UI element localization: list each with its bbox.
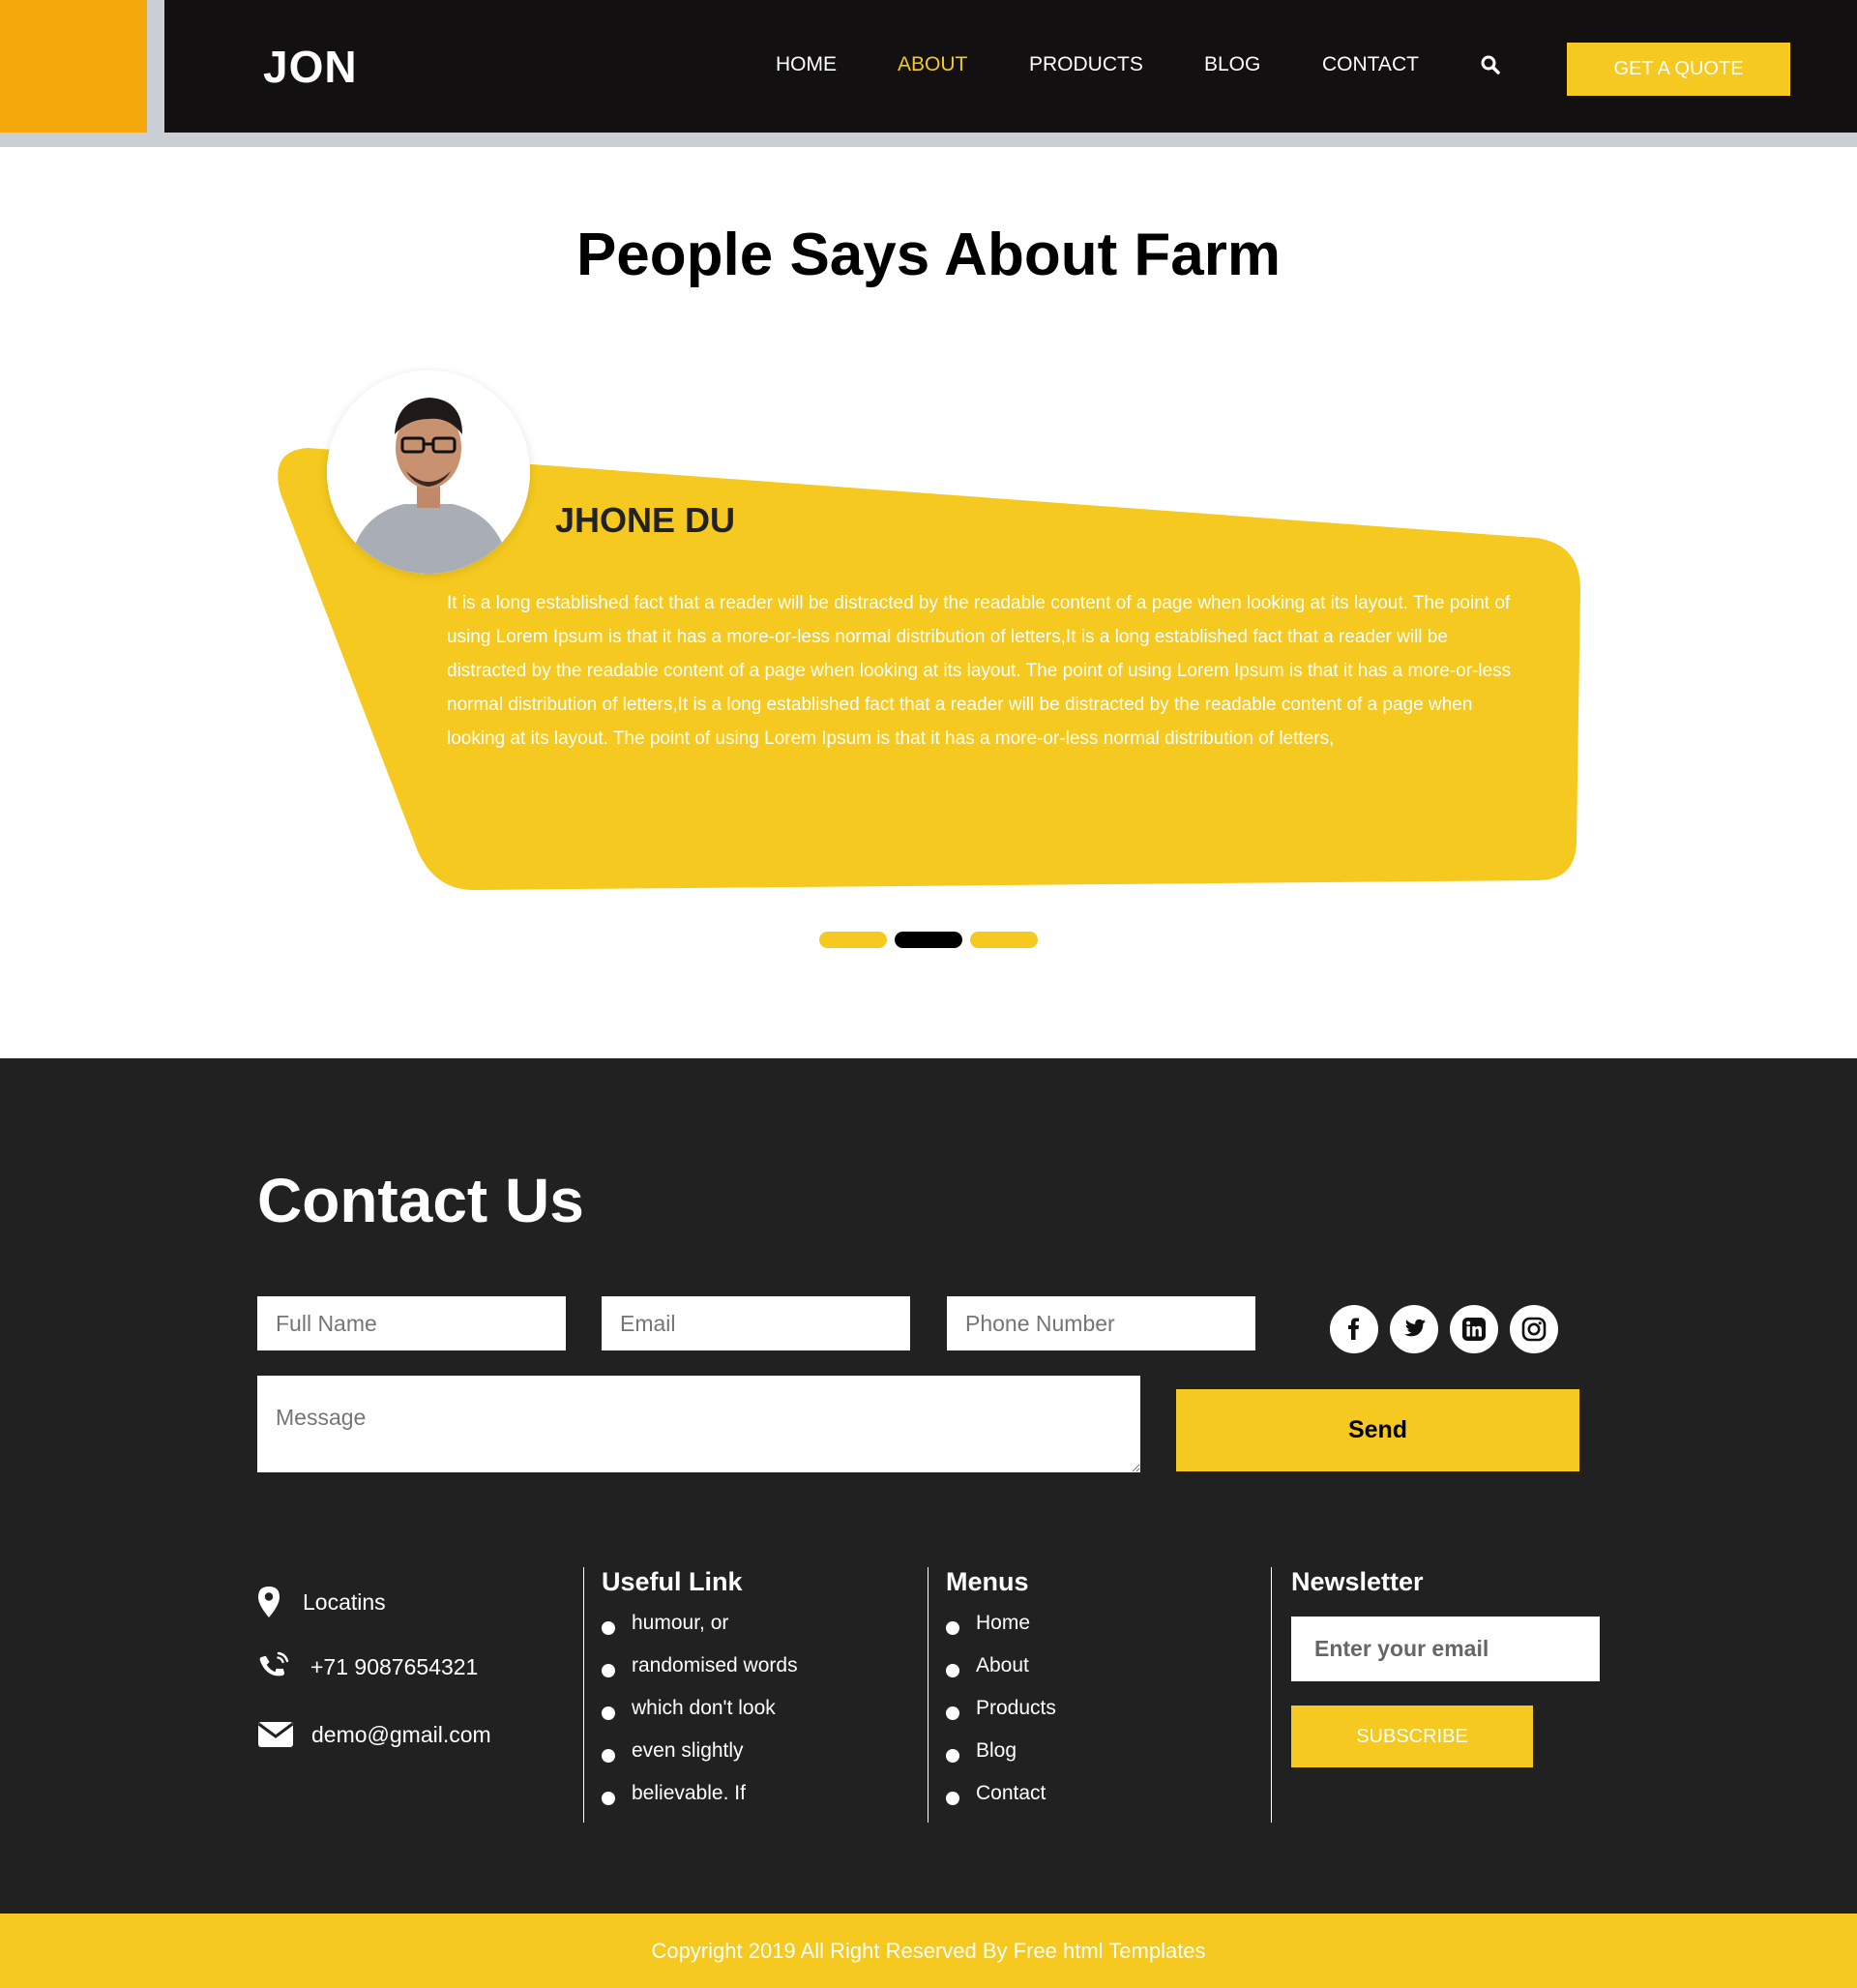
email-input[interactable] [602, 1296, 910, 1350]
email-row: demo@gmail.com [257, 1717, 491, 1752]
site-footer: Copyright 2019 All Right Reserved By Fre… [0, 1914, 1857, 1988]
testimonial-author: JHONE DU [555, 500, 736, 540]
slider-dot-3[interactable] [970, 932, 1038, 948]
message-textarea[interactable] [257, 1376, 1140, 1472]
menu-link-contact[interactable]: Contact [946, 1780, 1056, 1823]
newsletter-title: Newsletter [1291, 1567, 1424, 1596]
menu-link-blog[interactable]: Blog [946, 1737, 1056, 1780]
testimonial-text: It is a long established fact that a rea… [447, 593, 1512, 749]
list-item[interactable]: which don't look [602, 1695, 798, 1737]
phone-icon [257, 1649, 296, 1684]
list-item[interactable]: randomised words [602, 1652, 798, 1695]
menu-link-about[interactable]: About [946, 1652, 1056, 1695]
location-pin-icon [257, 1585, 296, 1619]
facebook-icon[interactable] [1330, 1305, 1378, 1353]
useful-links-title: Useful Link [602, 1567, 743, 1596]
linkedin-icon[interactable] [1450, 1305, 1498, 1353]
testimonial-card [278, 448, 1581, 890]
column-divider-1 [583, 1567, 584, 1823]
list-item[interactable]: believable. If [602, 1780, 798, 1823]
menus-title: Menus [946, 1567, 1029, 1596]
subscribe-button[interactable]: SUBSCRIBE [1291, 1706, 1533, 1767]
newsletter-email-input[interactable] [1291, 1617, 1600, 1681]
copyright-text: Copyright 2019 All Right Reserved By Fre… [651, 1939, 1206, 1963]
phone-number-input[interactable] [947, 1296, 1255, 1350]
slider-dot-1[interactable] [819, 932, 887, 948]
column-divider-3 [1271, 1567, 1272, 1823]
envelope-icon [257, 1717, 296, 1752]
avatar [327, 371, 530, 574]
menu-link-products[interactable]: Products [946, 1695, 1056, 1737]
list-item[interactable]: humour, or [602, 1610, 798, 1652]
location-text: Locatins [303, 1588, 386, 1615]
menu-link-home[interactable]: Home [946, 1610, 1056, 1652]
contact-section: Contact Us Send Locatins +71 9087654321 … [0, 1058, 1857, 1914]
email-text[interactable]: demo@gmail.com [311, 1722, 491, 1748]
list-item[interactable]: even slightly [602, 1737, 798, 1780]
phone-row: +71 9087654321 [257, 1649, 478, 1684]
location-row: Locatins [257, 1585, 386, 1619]
menus-list: Home About Products Blog Contact [946, 1610, 1056, 1823]
contact-title: Contact Us [257, 1166, 584, 1235]
twitter-icon[interactable] [1390, 1305, 1438, 1353]
slider-dot-2-active[interactable] [895, 932, 962, 948]
send-button[interactable]: Send [1176, 1389, 1579, 1471]
phone-text[interactable]: +71 9087654321 [310, 1654, 478, 1680]
useful-links-list: humour, or randomised words which don't … [602, 1610, 798, 1823]
instagram-icon[interactable] [1510, 1305, 1558, 1353]
full-name-input[interactable] [257, 1296, 566, 1350]
